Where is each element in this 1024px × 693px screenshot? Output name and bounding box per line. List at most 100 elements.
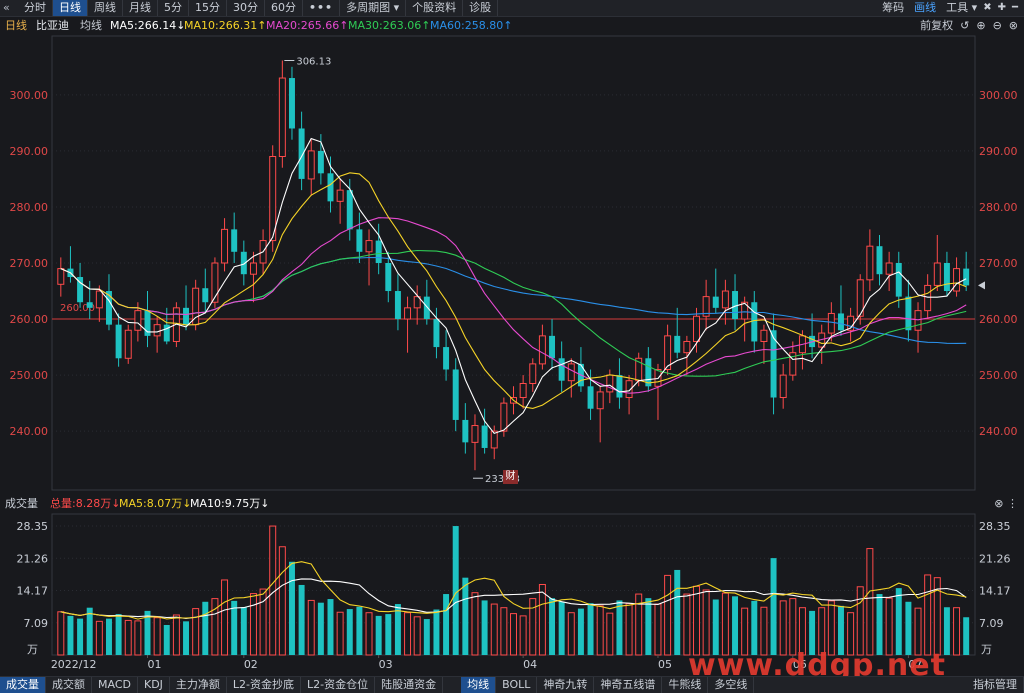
- candle-body-down: [674, 335, 681, 353]
- candle-body-up: [134, 310, 142, 331]
- financial-report-marker[interactable]: 财: [503, 470, 518, 484]
- tab-northbound[interactable]: 陆股通资金: [375, 677, 444, 693]
- volume-bar-up: [596, 605, 604, 656]
- tab-kdj[interactable]: KDJ: [138, 677, 170, 693]
- price-tick-label-right: 300.00: [979, 89, 1018, 102]
- volume-bar-down: [443, 594, 450, 655]
- tab-magic-nine[interactable]: 神奇九转: [537, 677, 595, 693]
- candle-body-up: [693, 315, 700, 342]
- date-axis-label: 2022/12: [51, 658, 97, 671]
- tab-main-net[interactable]: 主力净额: [170, 677, 227, 693]
- volume-bar-down: [577, 608, 584, 655]
- volume-tick-label-left: 14.17: [17, 585, 49, 598]
- volume-bar-up: [664, 574, 672, 656]
- volume-bar-up: [856, 586, 864, 656]
- candle-body-down: [346, 190, 353, 230]
- volume-bar-down: [963, 617, 970, 655]
- volume-bar-up: [567, 612, 575, 656]
- kline-chart[interactable]: 300.00 300.00 290.00 290.00 280.00 280.00 270.…: [0, 0, 1024, 676]
- volume-bar-up: [153, 617, 161, 656]
- volume-bar-up: [134, 620, 142, 656]
- volume-bar-up: [827, 600, 835, 656]
- volume-bar-down: [558, 601, 565, 655]
- candle-body-down: [375, 240, 382, 263]
- tab-long-short[interactable]: 多空线: [708, 677, 755, 693]
- volume-bar-up: [278, 546, 286, 656]
- volume-bar-up: [124, 619, 132, 656]
- volume-bar-down: [587, 603, 594, 655]
- tab-macd[interactable]: MACD: [92, 677, 138, 693]
- volume-bar-down: [732, 596, 739, 655]
- volume-bar-down: [105, 618, 112, 655]
- volume-tick-label-left: 21.26: [17, 552, 49, 565]
- candle-body-up: [529, 363, 537, 385]
- volume-bar-up: [779, 600, 787, 656]
- candle-body-up: [596, 391, 604, 410]
- volume-bar-down: [674, 569, 681, 655]
- volume-bar-down: [183, 621, 190, 655]
- candle-body-down: [443, 347, 450, 370]
- candle-body-up: [538, 335, 546, 365]
- candle-body-down: [587, 386, 594, 409]
- indicator-tabs: 成交量 成交额 MACD KDJ 主力净额 L2-资金抄底 L2-资金仓位 陆股…: [0, 676, 1024, 693]
- candle-body-down: [837, 313, 844, 331]
- indicator-manage-button[interactable]: 指标管理: [967, 677, 1024, 693]
- volume-bar-down: [163, 624, 170, 655]
- candle-body-down: [558, 358, 565, 381]
- candle-body-down: [895, 263, 902, 297]
- volume-bar-down: [645, 598, 652, 655]
- candle-body-up: [683, 340, 691, 354]
- tab-ma[interactable]: 均线: [461, 677, 497, 693]
- volume-unit-label: 万: [27, 643, 38, 656]
- volume-bar-down: [876, 594, 883, 655]
- volume-bar-up: [192, 608, 200, 656]
- tab-l2-position[interactable]: L2-资金仓位: [301, 677, 376, 693]
- price-tick-label-left: 260.00: [10, 313, 49, 326]
- candle-body-up: [500, 402, 508, 432]
- candle-body-up: [57, 268, 65, 285]
- volume-bar-up: [702, 589, 710, 656]
- tab-magic-five[interactable]: 神奇五线谱: [594, 677, 663, 693]
- candle-body-down: [86, 302, 93, 308]
- candle-body-down: [943, 263, 950, 292]
- tab-boll[interactable]: BOLL: [496, 677, 538, 693]
- tab-volume[interactable]: 成交量: [0, 677, 46, 693]
- volume-bar-down: [433, 609, 440, 655]
- volume-tick-label-right: 7.09: [979, 617, 1004, 630]
- volume-bar-up: [953, 607, 961, 656]
- candle-body-down: [115, 324, 122, 359]
- candle-body-up: [95, 290, 103, 309]
- volume-bar-down: [423, 619, 430, 655]
- volume-bar-down: [356, 606, 363, 655]
- date-axis-label: 01: [148, 658, 162, 671]
- candle-body-up: [953, 268, 961, 292]
- candle-body-down: [105, 291, 112, 325]
- volume-bar-up: [510, 613, 517, 656]
- volume-bar-up: [625, 603, 633, 656]
- volume-bar-up: [606, 612, 614, 656]
- price-tick-label-left: 280.00: [10, 201, 49, 214]
- candle-body-down: [905, 296, 912, 331]
- volume-bar-down: [751, 600, 758, 655]
- candle-body-up: [404, 307, 412, 320]
- candle-body-up: [779, 374, 787, 399]
- volume-bar-up: [57, 611, 65, 656]
- candle-body-down: [616, 375, 623, 398]
- volume-bar-down: [375, 615, 382, 655]
- tab-l2-bottom[interactable]: L2-资金抄底: [227, 677, 302, 693]
- candle-body-down: [462, 419, 469, 443]
- volume-bar-up: [249, 593, 257, 656]
- volume-bar-down: [462, 577, 469, 655]
- volume-bar-up: [721, 592, 729, 656]
- volume-bar-down: [452, 526, 459, 655]
- volume-tick-label-right: 21.26: [979, 552, 1011, 565]
- candle-body-up: [471, 425, 479, 443]
- candle-body-up: [827, 312, 835, 334]
- candle-body-up: [721, 290, 729, 309]
- candle-body-up: [760, 329, 768, 342]
- candle-body-down: [202, 288, 209, 303]
- volume-bar-down: [240, 607, 247, 655]
- tab-bull-bear[interactable]: 牛熊线: [662, 677, 709, 693]
- candle-body-up: [124, 329, 132, 359]
- tab-turnover[interactable]: 成交额: [46, 677, 92, 693]
